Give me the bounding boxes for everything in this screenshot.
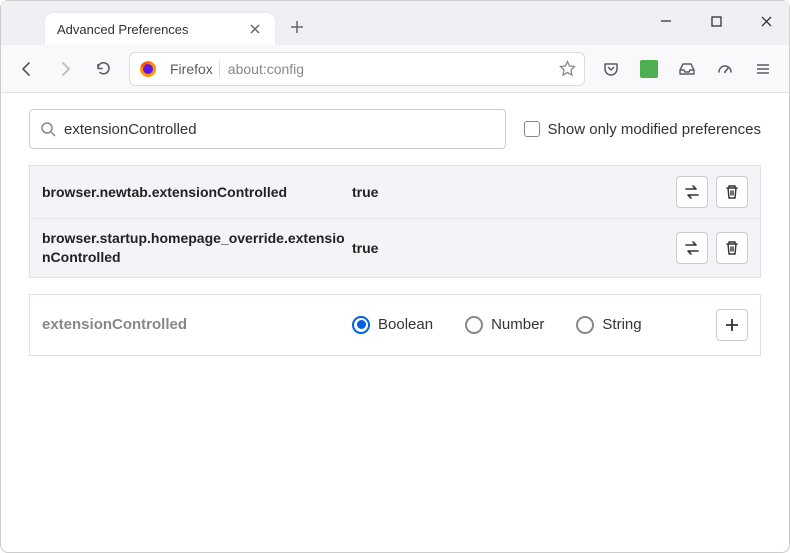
radio-number[interactable]: Number bbox=[465, 316, 544, 334]
radio-label: Number bbox=[491, 316, 544, 333]
modified-only-checkbox[interactable]: Show only modified preferences bbox=[524, 121, 761, 138]
type-radio-group: Boolean Number String bbox=[352, 316, 716, 334]
firefox-icon bbox=[138, 59, 158, 79]
preference-value: true bbox=[352, 240, 676, 256]
extension-icon[interactable] bbox=[633, 53, 665, 85]
titlebar: Advanced Preferences bbox=[1, 1, 789, 45]
url-bar[interactable]: Firefox about:config bbox=[129, 52, 585, 86]
search-box[interactable] bbox=[29, 109, 506, 149]
bookmark-star-icon[interactable] bbox=[559, 60, 576, 77]
urlbar-text: about:config bbox=[228, 61, 559, 77]
tab-title: Advanced Preferences bbox=[57, 22, 247, 37]
radio-label: Boolean bbox=[378, 316, 433, 333]
checkbox-label-text: Show only modified preferences bbox=[548, 121, 761, 138]
preference-name: browser.startup.homepage_override.extens… bbox=[42, 229, 352, 267]
dashboard-icon[interactable] bbox=[709, 53, 741, 85]
preference-row: browser.startup.homepage_override.extens… bbox=[30, 219, 760, 277]
search-icon bbox=[40, 121, 56, 137]
content-area: Show only modified preferences browser.n… bbox=[1, 93, 789, 372]
toggle-button[interactable] bbox=[676, 176, 708, 208]
search-row: Show only modified preferences bbox=[29, 109, 761, 149]
menu-button[interactable] bbox=[747, 53, 779, 85]
new-preference-row: extensionControlled Boolean Number Strin… bbox=[29, 294, 761, 356]
preference-name: browser.newtab.extensionControlled bbox=[42, 183, 352, 202]
toolbar: Firefox about:config bbox=[1, 45, 789, 93]
preference-row: browser.newtab.extensionControlled true bbox=[30, 166, 760, 219]
delete-button[interactable] bbox=[716, 232, 748, 264]
new-preference-name: extensionControlled bbox=[42, 316, 352, 333]
toggle-button[interactable] bbox=[676, 232, 708, 264]
minimize-button[interactable] bbox=[651, 6, 681, 36]
preference-value: true bbox=[352, 184, 676, 200]
urlbar-identity: Firefox bbox=[164, 61, 220, 77]
radio-icon bbox=[576, 316, 594, 334]
preference-actions bbox=[676, 232, 748, 264]
delete-button[interactable] bbox=[716, 176, 748, 208]
inbox-icon[interactable] bbox=[671, 53, 703, 85]
window-controls bbox=[651, 1, 781, 41]
forward-button[interactable] bbox=[49, 53, 81, 85]
pocket-icon[interactable] bbox=[595, 53, 627, 85]
reload-button[interactable] bbox=[87, 53, 119, 85]
new-tab-button[interactable] bbox=[283, 13, 311, 41]
preference-actions bbox=[676, 176, 748, 208]
back-button[interactable] bbox=[11, 53, 43, 85]
radio-string[interactable]: String bbox=[576, 316, 641, 334]
preference-list: browser.newtab.extensionControlled true … bbox=[29, 165, 761, 278]
maximize-button[interactable] bbox=[701, 6, 731, 36]
radio-boolean[interactable]: Boolean bbox=[352, 316, 433, 334]
close-tab-icon[interactable] bbox=[247, 21, 263, 37]
add-button[interactable] bbox=[716, 309, 748, 341]
search-input[interactable] bbox=[64, 121, 495, 138]
browser-tab[interactable]: Advanced Preferences bbox=[45, 13, 275, 45]
close-window-button[interactable] bbox=[751, 6, 781, 36]
checkbox-icon bbox=[524, 121, 540, 137]
radio-icon bbox=[465, 316, 483, 334]
radio-icon bbox=[352, 316, 370, 334]
radio-label: String bbox=[602, 316, 641, 333]
